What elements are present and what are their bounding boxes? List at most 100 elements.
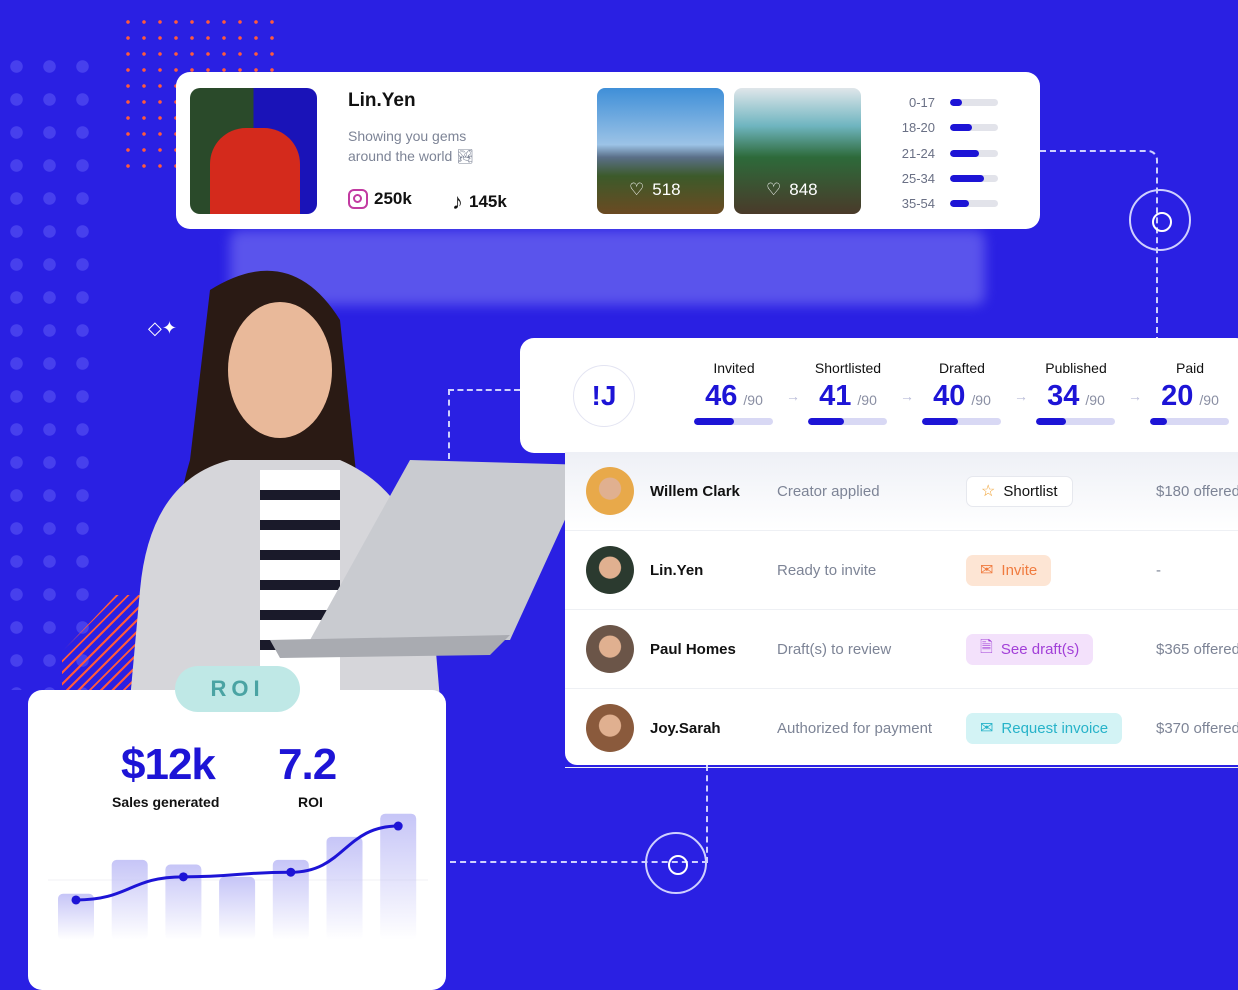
stage-value: 20/90 [1150, 380, 1230, 413]
stage-shortlisted: Shortlisted 41/90 [808, 360, 888, 425]
age-bar [950, 175, 998, 183]
connector-line [1040, 150, 1158, 340]
stage-invited: Invited 46/90 [694, 360, 774, 425]
table-row[interactable]: Lin.Yen Ready to invite ✉ Invite - [565, 531, 1238, 610]
invite-button[interactable]: ✉ Invite [966, 554, 1052, 586]
offer-amount: - [1156, 561, 1161, 579]
table-row[interactable]: Paul Homes Draft(s) to review 🗎 See draft(s… [565, 610, 1238, 689]
stage-label: Published [1045, 360, 1107, 376]
age-bar-fill [950, 175, 984, 183]
decorative-dots [0, 50, 100, 690]
profile-photo [190, 88, 317, 214]
chart-point [178, 872, 188, 882]
heart-icon: ♡ [629, 180, 645, 199]
stage-total: /90 [971, 392, 991, 408]
post-thumbnail[interactable]: ♡ 518 [597, 88, 724, 214]
stage-progress [1036, 418, 1115, 425]
logo-text: !J [591, 380, 617, 411]
creator-name: Lin.Yen [650, 561, 704, 579]
age-row: 18-20 [891, 115, 1031, 140]
avatar [586, 467, 634, 515]
tiktok-followers: ♪ 145k [452, 189, 507, 215]
stage-progress-fill [694, 418, 735, 425]
offer-amount: $180 offered [1156, 482, 1238, 500]
action-label: See draft(s) [1000, 640, 1080, 658]
stage-total: /90 [1085, 392, 1105, 408]
age-bar-fill [950, 99, 962, 107]
stage-value: 40/90 [922, 380, 1002, 413]
stage-progress [808, 418, 887, 425]
offer-amount: $370 offered [1156, 719, 1238, 737]
avatar [586, 625, 634, 673]
tiktok-count: 145k [469, 192, 507, 211]
arrow-right-icon: → [900, 388, 914, 404]
creator-name: Paul Homes [650, 640, 736, 658]
stage-progress [1150, 418, 1229, 425]
brand-logo: !J [573, 365, 635, 427]
table-row[interactable]: Joy.Sarah Authorized for payment ✉ Request … [565, 689, 1238, 768]
chart-bar [111, 859, 148, 940]
stage-label: Invited [713, 360, 755, 376]
creator-profile-card: Lin.Yen Showing you gems around the worl… [176, 72, 1040, 229]
document-icon: 🗎 [980, 638, 993, 656]
connector-node [645, 832, 707, 894]
table-row[interactable]: Willem Clark Creator applied ☆ Shortlist $18… [565, 452, 1238, 531]
creator-name: Willem Clark [650, 482, 740, 500]
stage-count: 46 [705, 380, 738, 412]
like-count: 518 [652, 180, 681, 199]
age-label: 35-54 [901, 196, 935, 212]
stage-label: Paid [1175, 360, 1205, 376]
age-row: 25-34 [891, 166, 1031, 191]
chart-point [393, 821, 403, 831]
age-label: 18-20 [901, 120, 935, 136]
instagram-count: 250k [374, 189, 412, 208]
chart-bar [219, 876, 256, 940]
star-icon: ☆ [981, 483, 996, 500]
stage-drafted: Drafted 40/90 [922, 360, 1002, 425]
instagram-icon [348, 189, 368, 209]
stage-progress-fill [808, 418, 844, 425]
roi-chart [48, 813, 428, 940]
chart-point [286, 867, 296, 877]
stage-count: 20 [1161, 380, 1194, 412]
age-label: 25-34 [901, 171, 935, 187]
age-bar-fill [950, 149, 979, 157]
stage-progress-fill [922, 418, 958, 425]
age-label: 21-24 [901, 145, 935, 161]
creator-status: Authorized for payment [777, 719, 933, 737]
mail-icon: ✉ [980, 562, 994, 579]
campaign-pipeline-card: !J Invited 46/90 → Shortlisted 41/90 → Drafted… [520, 338, 1238, 453]
stage-total: /90 [743, 392, 763, 408]
age-row: 35-54 [891, 191, 1031, 216]
arrow-right-icon: → [1128, 388, 1142, 404]
request-invoice-button[interactable]: ✉ Request invoice [966, 712, 1123, 744]
arrow-right-icon: → [1014, 388, 1028, 404]
stage-label: Shortlisted [814, 360, 882, 376]
stage-count: 34 [1047, 380, 1080, 412]
stage-value: 34/90 [1036, 380, 1116, 413]
shortlist-button[interactable]: ☆ Shortlist [966, 475, 1073, 507]
creator-name: Joy.Sarah [650, 719, 721, 737]
instagram-followers: 250k [348, 189, 412, 209]
avatar [586, 704, 634, 752]
creator-bio: Showing you gems around the world 🏞 [348, 128, 474, 164]
stage-progress [922, 418, 1001, 425]
mail-icon: ✉ [980, 720, 994, 737]
action-label: Request invoice [1001, 719, 1109, 737]
creator-status: Creator applied [777, 482, 880, 500]
age-row: 21-24 [891, 141, 1031, 166]
heart-icon: ♡ [766, 180, 782, 199]
avatar [586, 546, 634, 594]
creator-status: Draft(s) to review [777, 640, 892, 658]
stage-label: Drafted [939, 360, 985, 376]
creator-name: Lin.Yen [348, 90, 416, 111]
stage-count: 41 [819, 380, 852, 412]
post-thumbnail[interactable]: ♡ 848 [734, 88, 861, 214]
age-bar-fill [950, 200, 970, 208]
stage-paid: Paid 20/90 [1150, 360, 1230, 425]
creator-status: Ready to invite [777, 561, 877, 579]
roi-card: $12k Sales generated 7.2 ROI [28, 690, 446, 990]
age-bar-fill [950, 124, 972, 132]
see-draft-s-button[interactable]: 🗎 See draft(s) [966, 633, 1094, 665]
age-bar [950, 200, 998, 208]
